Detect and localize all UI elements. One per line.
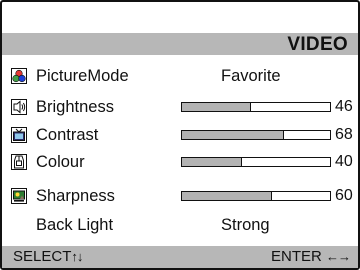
enter-hint: ENTER ←→ [270,246,351,268]
menu-item-picture-mode[interactable]: PictureMode Favorite [2,64,358,88]
contrast-icon [11,127,27,143]
back-light-value: Strong [221,216,270,234]
slider-fill [182,158,243,166]
sharpness-value: 60 [335,187,353,204]
brightness-slider[interactable] [181,102,331,112]
menu-title: VIDEO [287,34,348,55]
colour-slider[interactable] [181,157,331,167]
colour-icon [11,154,27,170]
brightness-value: 46 [335,98,353,115]
slider-fill [182,192,272,200]
contrast-slider[interactable] [181,130,331,140]
menu-item-label: Back Light [36,216,114,234]
menu-item-back-light[interactable]: Back Light Strong [2,213,358,237]
slider-fill [182,131,284,139]
select-label: SELECT [13,248,72,265]
brightness-icon [11,99,27,115]
menu-item-sharpness[interactable]: Sharpness 60 [2,184,358,208]
menu-item-label: PictureMode [36,67,129,85]
picture-mode-value: Favorite [221,67,281,85]
menu-item-colour[interactable]: Colour 40 [2,150,358,174]
sharpness-icon [11,188,27,204]
picture-mode-icon [11,68,27,84]
sharpness-slider[interactable] [181,191,331,201]
select-hint: SELECT↑↓ [13,246,83,268]
video-osd-menu: VIDEO PictureMode Favorite Brightness 46… [0,0,360,270]
title-bar: VIDEO [2,33,358,55]
menu-item-contrast[interactable]: Contrast 68 [2,123,358,147]
enter-label: ENTER [270,248,322,265]
up-down-arrows-icon: ↑↓ [71,249,83,264]
slider-fill [182,103,252,111]
menu-item-brightness[interactable]: Brightness 46 [2,95,358,119]
menu-item-label: Contrast [36,126,99,144]
menu-item-label: Sharpness [36,187,115,205]
colour-value: 40 [335,153,353,170]
menu-item-label: Colour [36,153,85,171]
left-right-arrows-icon: ←→ [326,249,351,264]
contrast-value: 68 [335,126,353,143]
menu-item-label: Brightness [36,98,114,116]
footer-hint-bar: SELECT↑↓ ENTER ←→ [2,246,358,268]
